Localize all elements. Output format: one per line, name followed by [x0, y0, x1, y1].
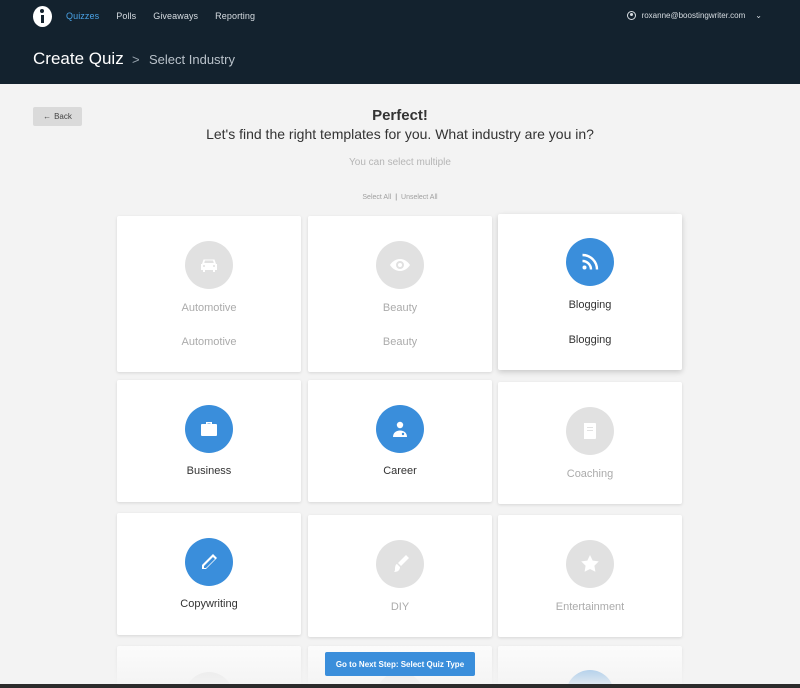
hint-text: You can select multiple	[349, 157, 451, 168]
divider: |	[395, 194, 398, 201]
nav-links: Quizzes Polls Giveaways Reporting	[66, 11, 255, 21]
logo[interactable]	[33, 6, 52, 27]
industry-card-beauty[interactable]: Beauty Beauty	[308, 216, 492, 372]
breadcrumb-current: Select Industry	[149, 52, 235, 67]
page-title[interactable]: Create Quiz	[33, 49, 124, 69]
user-email: roxanne@boostingwriter.com	[641, 11, 746, 20]
book-icon	[566, 407, 614, 455]
top-nav: Quizzes Polls Giveaways Reporting roxann…	[0, 0, 800, 34]
unselect-all-link[interactable]: Unselect All	[401, 194, 438, 201]
selection-links: Select All | Unselect All	[0, 194, 800, 201]
industry-card-business[interactable]: Business	[117, 380, 301, 502]
industry-sublabel: Blogging	[568, 334, 612, 346]
pencil-icon	[185, 538, 233, 586]
user-icon	[626, 11, 636, 20]
industry-card-automotive[interactable]: Automotive Automotive	[117, 216, 301, 372]
industry-label: DIY	[390, 601, 410, 613]
industry-label: Business	[186, 465, 232, 477]
industry-label: Beauty	[382, 302, 418, 314]
breadcrumb-separator: >	[132, 52, 140, 67]
select-all-link[interactable]: Select All	[362, 194, 391, 201]
industry-sublabel: Automotive	[181, 336, 237, 348]
nav-link-reporting[interactable]: Reporting	[215, 11, 255, 21]
industry-label: Copywriting	[180, 598, 238, 610]
industry-label: Blogging	[568, 299, 612, 311]
industry-card-career[interactable]: Career	[308, 380, 492, 502]
industry-sublabel: Beauty	[382, 336, 418, 348]
question: Let's find the right templates for you. …	[206, 126, 594, 142]
car-icon	[185, 241, 233, 289]
industry-label: Automotive	[181, 302, 237, 314]
industry-label: Coaching	[566, 468, 614, 480]
star-icon	[566, 540, 614, 588]
nav-link-polls[interactable]: Polls	[116, 11, 136, 21]
briefcase-icon	[185, 405, 233, 453]
page-header: Create Quiz > Select Industry	[0, 34, 800, 84]
industry-label: Career	[383, 465, 417, 477]
nav-link-quizzes[interactable]: Quizzes	[66, 11, 99, 21]
industry-label: Entertainment	[555, 601, 625, 613]
industry-card-diy[interactable]: DIY	[308, 515, 492, 637]
brush-icon	[376, 540, 424, 588]
industry-card-entertainment[interactable]: Entertainment	[498, 515, 682, 637]
chevron-down-icon: ⌄	[755, 11, 762, 20]
industry-card-blogging[interactable]: Blogging Blogging	[498, 214, 682, 370]
eye-icon	[376, 241, 424, 289]
industry-card-copywriting[interactable]: Copywriting	[117, 513, 301, 635]
nav-link-giveaways[interactable]: Giveaways	[153, 11, 198, 21]
doctor-icon	[376, 405, 424, 453]
heading: Perfect!	[372, 107, 428, 124]
next-step-button[interactable]: Go to Next Step: Select Quiz Type	[325, 652, 475, 676]
rss-icon	[566, 238, 614, 286]
user-menu[interactable]: roxanne@boostingwriter.com ⌄	[626, 11, 762, 20]
industry-card-coaching[interactable]: Coaching	[498, 382, 682, 504]
bottom-border	[0, 684, 800, 688]
